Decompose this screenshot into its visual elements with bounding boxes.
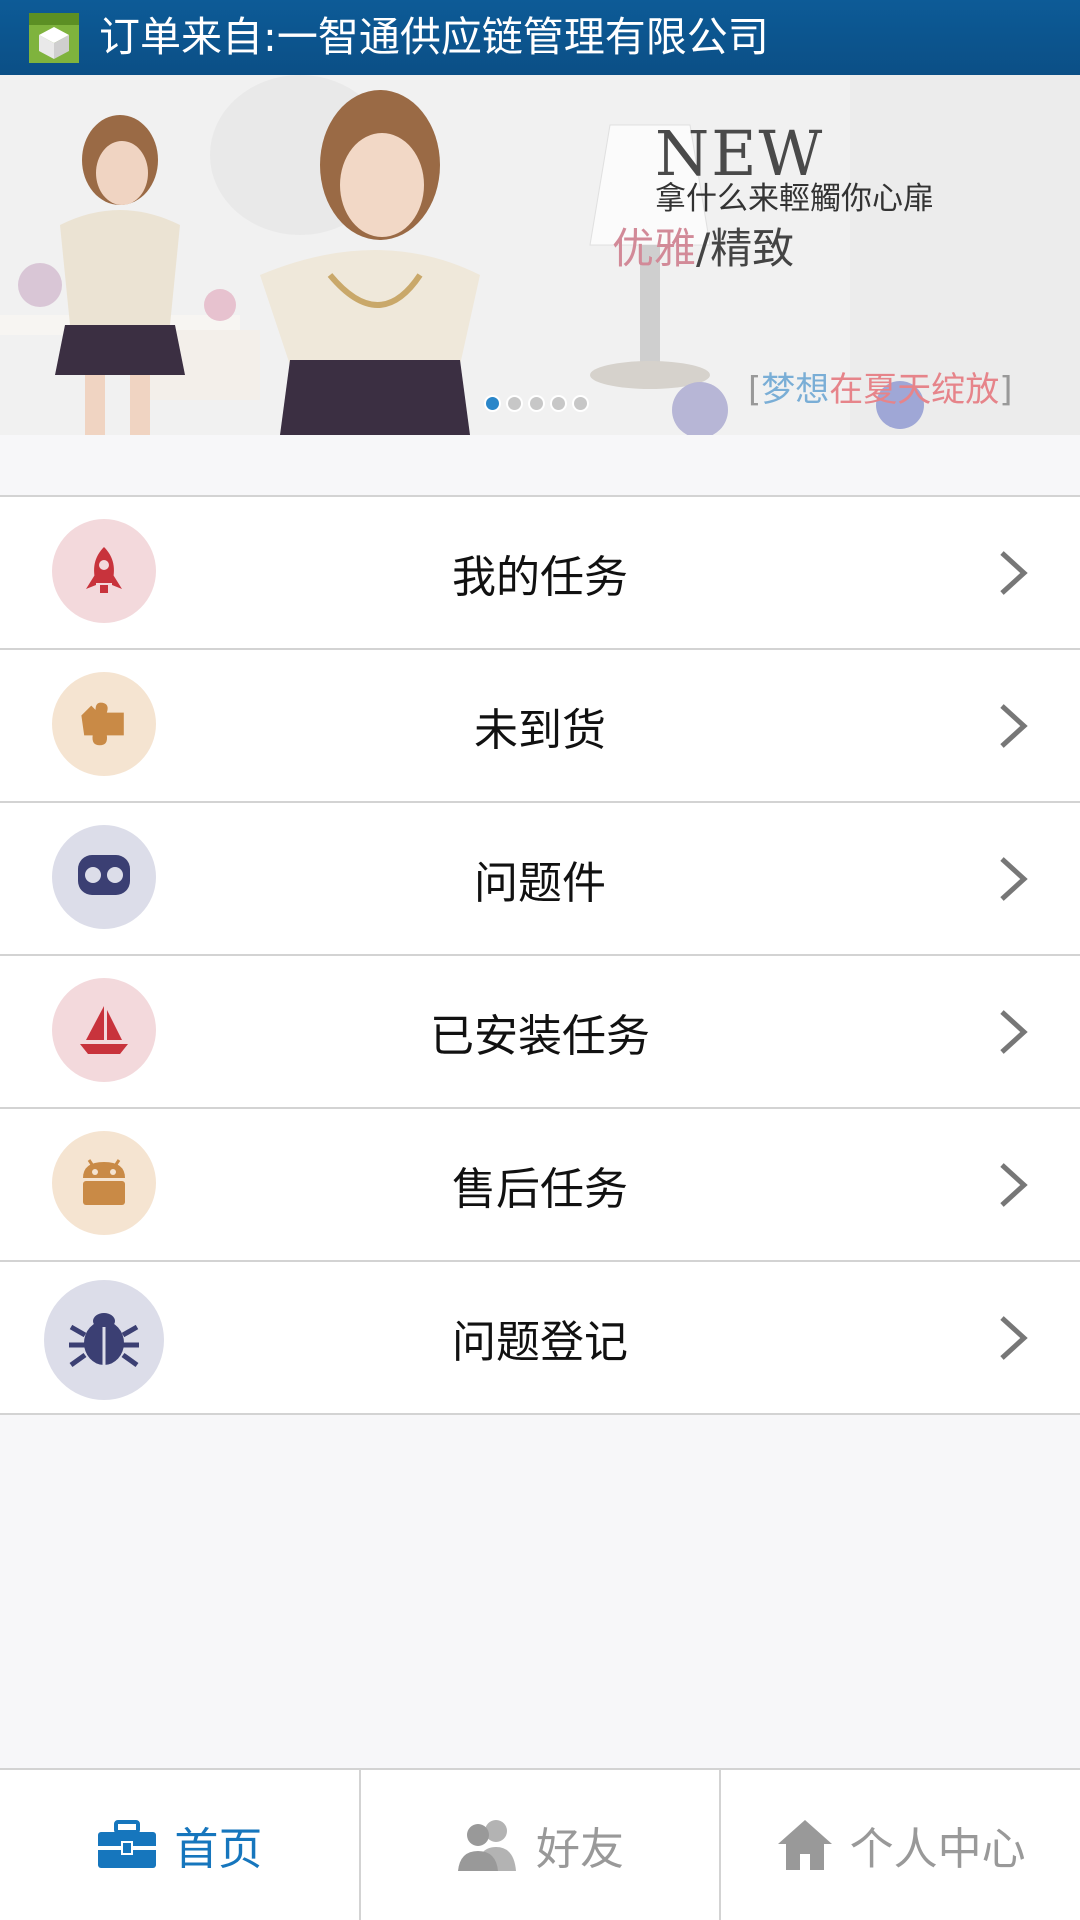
chevron-right-icon <box>1000 1010 1028 1054</box>
package-box-icon <box>29 12 79 63</box>
tab-profile-label: 个人中心 <box>849 1824 1026 1875</box>
menu-item-not-arrived[interactable]: 未到货 <box>0 650 1080 803</box>
chevron-right-icon <box>1000 704 1028 748</box>
menu-item-label: 已安装任务 <box>430 1010 650 1062</box>
home-icon <box>777 1820 832 1870</box>
tab-home-label: 首页 <box>174 1824 263 1875</box>
chevron-right-icon <box>1000 1316 1028 1360</box>
title-bar: 订单来自:一智通供应链管理有限公司 <box>0 0 1080 75</box>
tab-friends[interactable]: 好友 <box>358 1770 720 1920</box>
page-title: 订单来自:一智通供应链管理有限公司 <box>99 13 769 61</box>
menu-item-label: 问题登记 <box>452 1316 628 1368</box>
banner-slogan: 优雅/精致 <box>612 224 795 273</box>
menu-item-my-tasks[interactable]: 我的任务 <box>0 497 1080 650</box>
menu-item-label: 未到货 <box>474 704 606 756</box>
carousel-indicator[interactable] <box>484 395 589 412</box>
tab-profile[interactable]: 个人中心 <box>719 1770 1080 1920</box>
task-menu: 我的任务 未到货 问题件 已安装任务 售后任务 问题登记 <box>0 495 1080 1415</box>
menu-item-label: 问题件 <box>474 857 606 909</box>
menu-item-problem-items[interactable]: 问题件 <box>0 803 1080 956</box>
menu-item-label: 我的任务 <box>452 551 628 603</box>
carousel-dot[interactable] <box>506 395 523 412</box>
friends-icon <box>458 1820 516 1871</box>
chevron-right-icon <box>1000 1163 1028 1207</box>
carousel-dot[interactable] <box>572 395 589 412</box>
menu-item-problem-register[interactable]: 问题登记 <box>0 1262 1080 1415</box>
tab-friends-label: 好友 <box>536 1824 624 1875</box>
menu-item-label: 售后任务 <box>452 1163 628 1215</box>
chevron-right-icon <box>1000 551 1028 595</box>
carousel-dot[interactable] <box>484 395 501 412</box>
bottom-nav: 首页 好友 个人中心 <box>0 1768 1080 1920</box>
menu-item-after-sales[interactable]: 售后任务 <box>0 1109 1080 1262</box>
carousel-dot[interactable] <box>528 395 545 412</box>
menu-item-installed-tasks[interactable]: 已安装任务 <box>0 956 1080 1109</box>
chevron-right-icon <box>1000 857 1028 901</box>
tab-home[interactable]: 首页 <box>0 1770 359 1920</box>
briefcase-icon <box>98 1820 157 1868</box>
carousel-dot[interactable] <box>550 395 567 412</box>
banner-tagline: 拿什么来輕觸你心扉 <box>655 181 934 217</box>
promo-banner[interactable]: NEW 拿什么来輕觸你心扉 优雅/精致 [梦想在夏天绽放] <box>0 75 1080 435</box>
banner-dream-text: [梦想在夏天绽放] <box>748 370 1013 410</box>
